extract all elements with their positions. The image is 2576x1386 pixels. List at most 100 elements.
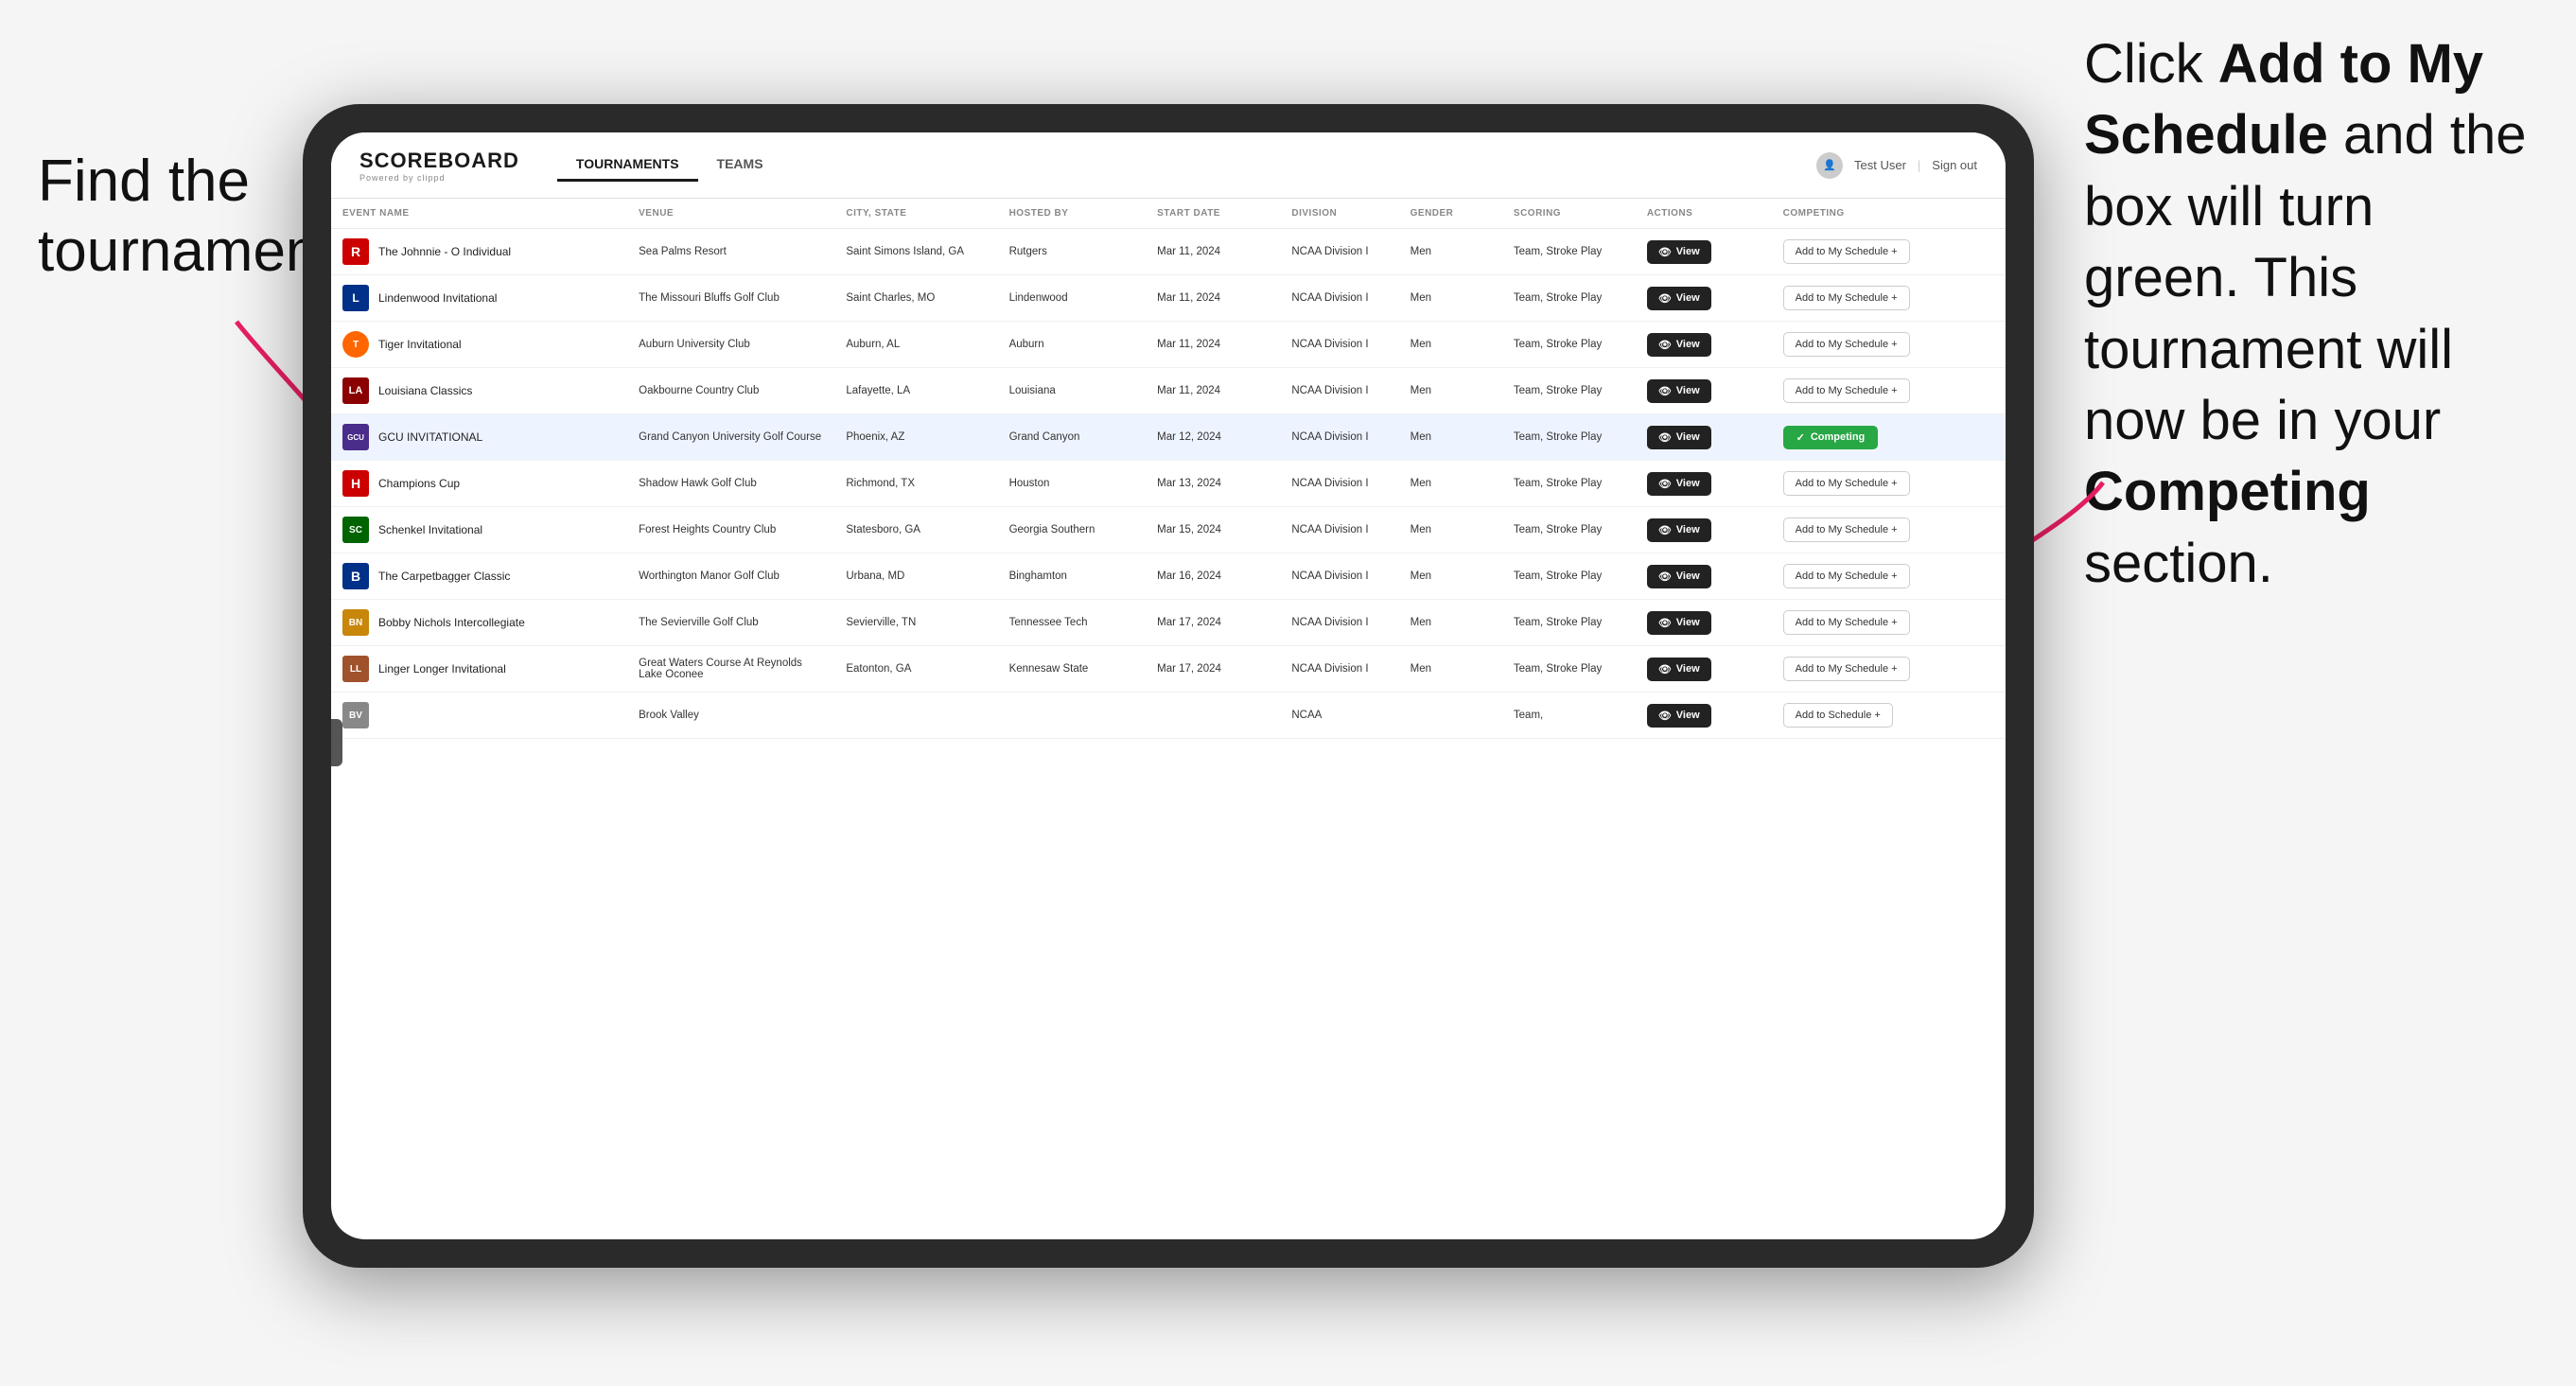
event-name-cell: LA Louisiana Classics: [342, 377, 616, 404]
add-to-schedule-button[interactable]: Add to My Schedule +: [1783, 286, 1910, 310]
td-competing: Add to My Schedule +: [1772, 275, 2006, 322]
add-to-schedule-button[interactable]: Add to My Schedule +: [1783, 378, 1910, 403]
table-row: LA Louisiana Classics Oakbourne Country …: [331, 368, 2006, 414]
logo-area: SCOREBOARD Powered by clippd: [359, 149, 519, 183]
td-city-state: Auburn, AL: [834, 322, 997, 368]
table-row: BV Brook Valley NCAA Team, 👁 View Add to…: [331, 693, 2006, 739]
pipe-divider: |: [1918, 158, 1920, 172]
view-button[interactable]: 👁 View: [1647, 333, 1711, 357]
td-competing: Add to My Schedule +: [1772, 322, 2006, 368]
td-actions: 👁 View: [1636, 600, 1772, 646]
td-start-date: Mar 17, 2024: [1146, 600, 1280, 646]
table-row: T Tiger Invitational Auburn University C…: [331, 322, 2006, 368]
td-city-state: Sevierville, TN: [834, 600, 997, 646]
add-to-schedule-button[interactable]: Add to My Schedule +: [1783, 564, 1910, 588]
table-row: LL Linger Longer Invitational Great Wate…: [331, 646, 2006, 693]
td-event-name: L Lindenwood Invitational: [331, 275, 627, 322]
view-button[interactable]: 👁 View: [1647, 379, 1711, 403]
td-division: NCAA Division I: [1280, 646, 1398, 693]
add-to-schedule-button[interactable]: Add to My Schedule +: [1783, 239, 1910, 264]
navbar: SCOREBOARD Powered by clippd TOURNAMENTS…: [331, 132, 2006, 199]
td-start-date: [1146, 693, 1280, 739]
eye-icon: 👁: [1658, 524, 1672, 536]
td-competing: Add to My Schedule +: [1772, 600, 2006, 646]
td-actions: 👁 View: [1636, 414, 1772, 461]
td-scoring: Team, Stroke Play: [1502, 368, 1636, 414]
add-to-schedule-button[interactable]: Add to My Schedule +: [1783, 332, 1910, 357]
add-to-schedule-button[interactable]: Add to My Schedule +: [1783, 518, 1910, 542]
view-button[interactable]: 👁 View: [1647, 518, 1711, 542]
td-venue: Worthington Manor Golf Club: [627, 553, 834, 600]
td-scoring: Team, Stroke Play: [1502, 646, 1636, 693]
td-scoring: Team, Stroke Play: [1502, 322, 1636, 368]
th-city-state: CITY, STATE: [834, 199, 997, 229]
td-venue: Brook Valley: [627, 693, 834, 739]
th-start-date: START DATE: [1146, 199, 1280, 229]
td-city-state: Saint Charles, MO: [834, 275, 997, 322]
view-button[interactable]: 👁 View: [1647, 240, 1711, 264]
team-logo: GCU: [342, 424, 369, 450]
add-to-schedule-button[interactable]: Add to My Schedule +: [1783, 610, 1910, 635]
td-division: NCAA Division I: [1280, 368, 1398, 414]
td-hosted-by: Auburn: [998, 322, 1147, 368]
event-name-cell: H Champions Cup: [342, 470, 616, 497]
td-venue: The Missouri Bluffs Golf Club: [627, 275, 834, 322]
eye-icon: 👁: [1658, 339, 1672, 351]
td-division: NCAA Division I: [1280, 553, 1398, 600]
eye-icon: 👁: [1658, 292, 1672, 305]
view-button[interactable]: 👁 View: [1647, 565, 1711, 588]
view-button[interactable]: 👁 View: [1647, 287, 1711, 310]
td-event-name: R The Johnnie - O Individual: [331, 229, 627, 275]
tournament-table-container: EVENT NAME VENUE CITY, STATE HOSTED BY S…: [331, 199, 2006, 1239]
td-hosted-by: Lindenwood: [998, 275, 1147, 322]
logo-sub: Powered by clippd: [359, 173, 519, 183]
td-gender: Men: [1399, 461, 1502, 507]
add-to-schedule-button[interactable]: Add to My Schedule +: [1783, 471, 1910, 496]
event-name-text: Bobby Nichols Intercollegiate: [378, 616, 525, 629]
tablet-screen: SCOREBOARD Powered by clippd TOURNAMENTS…: [331, 132, 2006, 1239]
td-event-name: LA Louisiana Classics: [331, 368, 627, 414]
eye-icon: 👁: [1658, 663, 1672, 675]
event-name-cell: SC Schenkel Invitational: [342, 517, 616, 543]
view-button[interactable]: 👁 View: [1647, 658, 1711, 681]
td-city-state: [834, 693, 997, 739]
event-name-cell: L Lindenwood Invitational: [342, 285, 616, 311]
sidebar-toggle[interactable]: [331, 719, 342, 766]
nav-tournaments[interactable]: TOURNAMENTS: [557, 149, 698, 182]
td-division: NCAA Division I: [1280, 322, 1398, 368]
view-button[interactable]: 👁 View: [1647, 472, 1711, 496]
sign-out-link[interactable]: Sign out: [1932, 158, 1977, 172]
competing-button[interactable]: Competing: [1783, 426, 1879, 449]
td-start-date: Mar 11, 2024: [1146, 275, 1280, 322]
td-competing: Add to My Schedule +: [1772, 646, 2006, 693]
td-city-state: Richmond, TX: [834, 461, 997, 507]
td-scoring: Team, Stroke Play: [1502, 507, 1636, 553]
td-gender: Men: [1399, 229, 1502, 275]
td-scoring: Team, Stroke Play: [1502, 414, 1636, 461]
td-competing: Add to My Schedule +: [1772, 368, 2006, 414]
td-scoring: Team, Stroke Play: [1502, 553, 1636, 600]
td-hosted-by: Tennessee Tech: [998, 600, 1147, 646]
td-event-name: T Tiger Invitational: [331, 322, 627, 368]
event-name-text: Louisiana Classics: [378, 384, 472, 397]
th-event-name: EVENT NAME: [331, 199, 627, 229]
view-button[interactable]: 👁 View: [1647, 704, 1711, 728]
event-name-text: Lindenwood Invitational: [378, 291, 497, 305]
add-to-schedule-button[interactable]: Add to My Schedule +: [1783, 657, 1910, 681]
table-header-row: EVENT NAME VENUE CITY, STATE HOSTED BY S…: [331, 199, 2006, 229]
add-to-schedule-button[interactable]: Add to Schedule +: [1783, 703, 1893, 728]
view-button[interactable]: 👁 View: [1647, 611, 1711, 635]
nav-teams[interactable]: TEAMS: [698, 149, 782, 182]
view-button[interactable]: 👁 View: [1647, 426, 1711, 449]
eye-icon: 👁: [1658, 431, 1672, 444]
td-actions: 👁 View: [1636, 646, 1772, 693]
event-name-cell: BN Bobby Nichols Intercollegiate: [342, 609, 616, 636]
td-hosted-by: Rutgers: [998, 229, 1147, 275]
td-city-state: Lafayette, LA: [834, 368, 997, 414]
td-hosted-by: Kennesaw State: [998, 646, 1147, 693]
eye-icon: 👁: [1658, 246, 1672, 258]
td-gender: Men: [1399, 507, 1502, 553]
td-competing: Add to My Schedule +: [1772, 461, 2006, 507]
table-row: L Lindenwood Invitational The Missouri B…: [331, 275, 2006, 322]
team-logo: BV: [342, 702, 369, 728]
